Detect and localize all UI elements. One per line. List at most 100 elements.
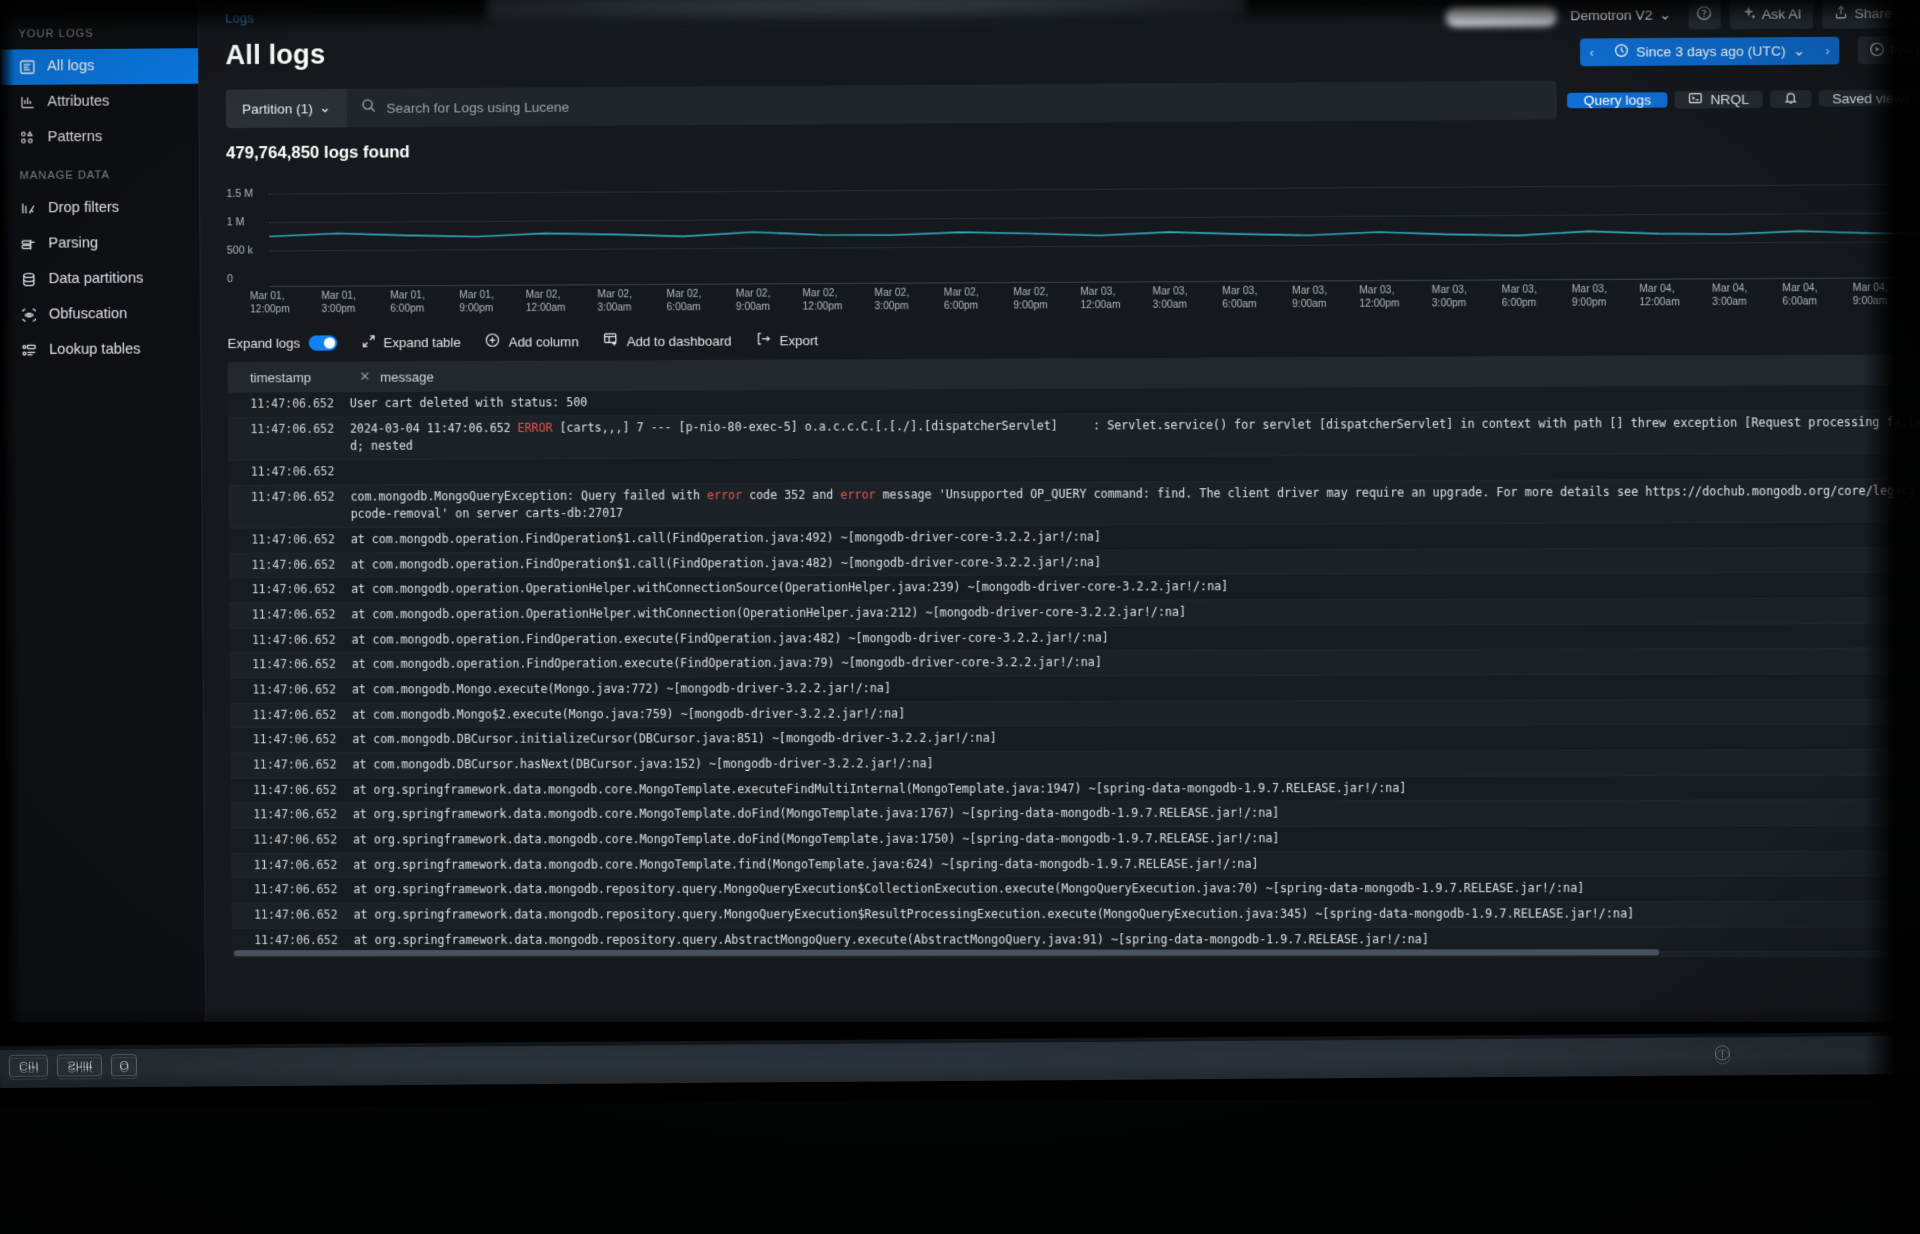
question-circle-icon [1696,5,1713,25]
cell-timestamp: 11:47:06.652 [231,878,353,902]
cell-timestamp: 11:47:06.652 [230,703,352,727]
time-next-button[interactable]: › [1816,37,1839,65]
ask-ai-button[interactable]: Ask AI [1730,0,1813,29]
sidebar-item-obfuscation[interactable]: Obfuscation [2,296,200,332]
nrql-button[interactable]: NRQL [1675,90,1763,108]
share-upload-icon [1834,5,1849,23]
table-row[interactable]: 11:47:06.652 at com.mongodb.DBCursor.hasN… [231,750,1920,778]
search-input[interactable]: Search for Logs using Lucene [386,99,569,115]
query-buttons: Query logs NRQL Saved views [1567,78,1920,119]
table-body: 11:47:06.652 User cart deleted with statu… [228,385,1920,958]
cell-message: at com.mongodb.Mongo$2.execute(Mongo.jav… [352,699,1920,727]
partition-label: Partition (1) [242,101,313,117]
chart-plot-area: 0 500 k1 M 1.5 M [226,176,1920,288]
partition-selector[interactable]: Partition (1) ⌄ [226,89,347,128]
table-row[interactable]: 11:47:06.652 com.mongodb.MongoQueryExcept… [229,479,1920,529]
help-button[interactable] [1688,0,1720,30]
sidebar-item-label: Drop filters [48,201,119,216]
chevron-left-icon: ‹ [1590,45,1594,59]
cell-message: at com.mongodb.operation.FindOperation$1… [351,548,1920,577]
table-row[interactable]: 11:47:06.652 at org.springframework.data.… [231,801,1920,829]
sidebar-item-all-logs[interactable]: All logs [0,48,198,85]
chart-x-tick-label: Mar 02, 3:00pm [874,288,909,314]
table-row[interactable]: 11:47:06.652 at org.springframework.data.… [231,851,1920,878]
cell-message: at com.mongodb.Mongo.execute(Mongo.java:… [352,674,1920,702]
time-range-label: Since 3 days ago (UTC) [1636,43,1785,59]
sidebar-item-data-partitions[interactable]: Data partitions [2,261,200,298]
sidebar-section-manage-data: MANAGE DATA [1,155,199,192]
toggle-switch[interactable] [308,335,337,350]
cell-timestamp: 11:47:06.652 [229,528,351,552]
saved-views-button[interactable]: Saved views ⌄ [1819,89,1920,106]
account-label: Demotron V2 [1570,7,1652,23]
shortcut-hint-bar-reflection: Ctrl Shift O i [0,1032,1920,1086]
chart-x-tick-label: Mar 04, 6:00am [1782,283,1817,309]
chart-x-tick-label: Mar 03, 12:00am [1080,287,1120,313]
chevron-down-icon: ⌄ [319,100,331,116]
cell-timestamp: 11:47:06.652 [230,678,352,702]
chart-x-tick-label: Mar 02, 3:00am [597,289,632,315]
share-label: Share [1854,6,1892,22]
sidebar-item-label: Attributes [47,95,109,110]
live-tail-button[interactable]: live tail [1857,36,1920,64]
cell-message: at org.springframework.data.mongodb.core… [353,801,1920,828]
column-header-message[interactable]: message [380,362,1920,385]
table-row[interactable]: 11:47:06.652 at org.springframework.data.… [231,826,1920,854]
sidebar-item-attributes[interactable]: Attributes [1,84,199,121]
cell-timestamp: 11:47:06.652 [231,853,353,877]
table-row[interactable]: 11:47:06.652 at com.mongodb.DBCursor.init… [230,725,1920,754]
sidebar-item-patterns[interactable]: Patterns [1,119,199,156]
remove-timestamp-column-button[interactable]: ✕ [350,369,381,385]
column-header-timestamp[interactable]: timestamp [228,369,350,385]
cell-timestamp: 11:47:06.652 [229,553,351,577]
table-row[interactable]: 11:47:06.652 at org.springframework.data.… [232,902,1920,929]
table-row[interactable]: 11:47:06.652 at com.mongodb.Mongo$2.execu… [230,699,1920,728]
horizontal-scrollbar-thumb[interactable] [234,949,1659,956]
copy-link-button[interactable] [1913,0,1920,28]
cell-message: at com.mongodb.DBCursor.initializeCursor… [352,725,1920,753]
chart-x-tick-label: Mar 04, 3:00am [1712,283,1747,309]
logs-found-count: 479,764,850 logs found [226,133,1920,163]
table-row[interactable]: 11:47:06.652 at org.springframework.data.… [231,775,1920,803]
key-o-reflection: O [111,1054,137,1076]
cell-timestamp: 11:47:06.652 [232,904,354,928]
time-range-button[interactable]: Since 3 days ago (UTC) ⌄ [1603,37,1816,66]
cell-message: at org.springframework.data.mongodb.core… [353,826,1920,852]
table-row[interactable]: 11:47:06.652 2024-03-04 11:47:06.652 ERRO… [228,410,1920,460]
cell-timestamp: 11:47:06.652 [232,929,354,953]
play-circle-icon [1869,41,1885,60]
sidebar-item-label: Parsing [48,237,98,252]
cell-message: at org.springframework.data.mongodb.core… [353,851,1920,877]
cell-timestamp: 11:47:06.652 [228,460,350,484]
table-row[interactable]: 11:47:06.652 at com.mongodb.Mongo.execute… [230,674,1920,703]
query-logs-button[interactable]: Query logs [1567,92,1668,108]
sidebar-item-drop-filters[interactable]: Drop filters [1,190,199,227]
obfuscation-eye-icon [20,306,37,323]
monitor-screen: YOUR LOGS All logs Attributes Patterns M… [0,0,1920,1022]
sparkle-icon [1741,6,1756,24]
sidebar-item-label: Patterns [48,130,103,145]
page-header: Logs All logs Demotron V2 ⌄ Ask AI Share… [199,0,1920,92]
parsing-icon [20,236,37,253]
chart-y-tick-label: 0 [227,273,233,285]
cell-timestamp: 11:47:06.652 [229,578,351,602]
table-row[interactable]: 11:47:06.652 at org.springframework.data.… [231,877,1920,904]
sidebar-item-lookup-tables[interactable]: Lookup tables [2,332,200,368]
cell-timestamp: 11:47:06.652 [231,828,353,852]
share-button[interactable]: Share [1822,0,1903,29]
cell-message: at org.springframework.data.mongodb.core… [353,775,1920,802]
time-prev-button[interactable]: ‹ [1580,38,1603,66]
alerts-button[interactable] [1770,90,1812,108]
logs-histogram-chart: 479,764,850 logs found ••• 0500 k1 M1.5 … [226,133,1920,321]
sidebar-item-parsing[interactable]: Parsing [2,226,200,263]
header-actions: Demotron V2 ⌄ Ask AI Share ‹ Since 3 day… [1445,0,1920,67]
chart-x-tick-label: Mar 01, 9:00pm [459,290,494,316]
log-level-error: ERROR [518,420,553,434]
clock-icon [1615,43,1630,61]
bar-chart-icon [19,94,36,111]
search-icon [361,98,376,118]
chart-x-tick-label: Mar 02, 12:00pm [802,288,842,314]
account-selector[interactable]: Demotron V2 ⌄ [1562,2,1679,29]
chart-x-tick-label: Mar 04, 12:00am [1639,284,1679,310]
info-circle-icon-strip-reflection: i [1715,1046,1730,1061]
